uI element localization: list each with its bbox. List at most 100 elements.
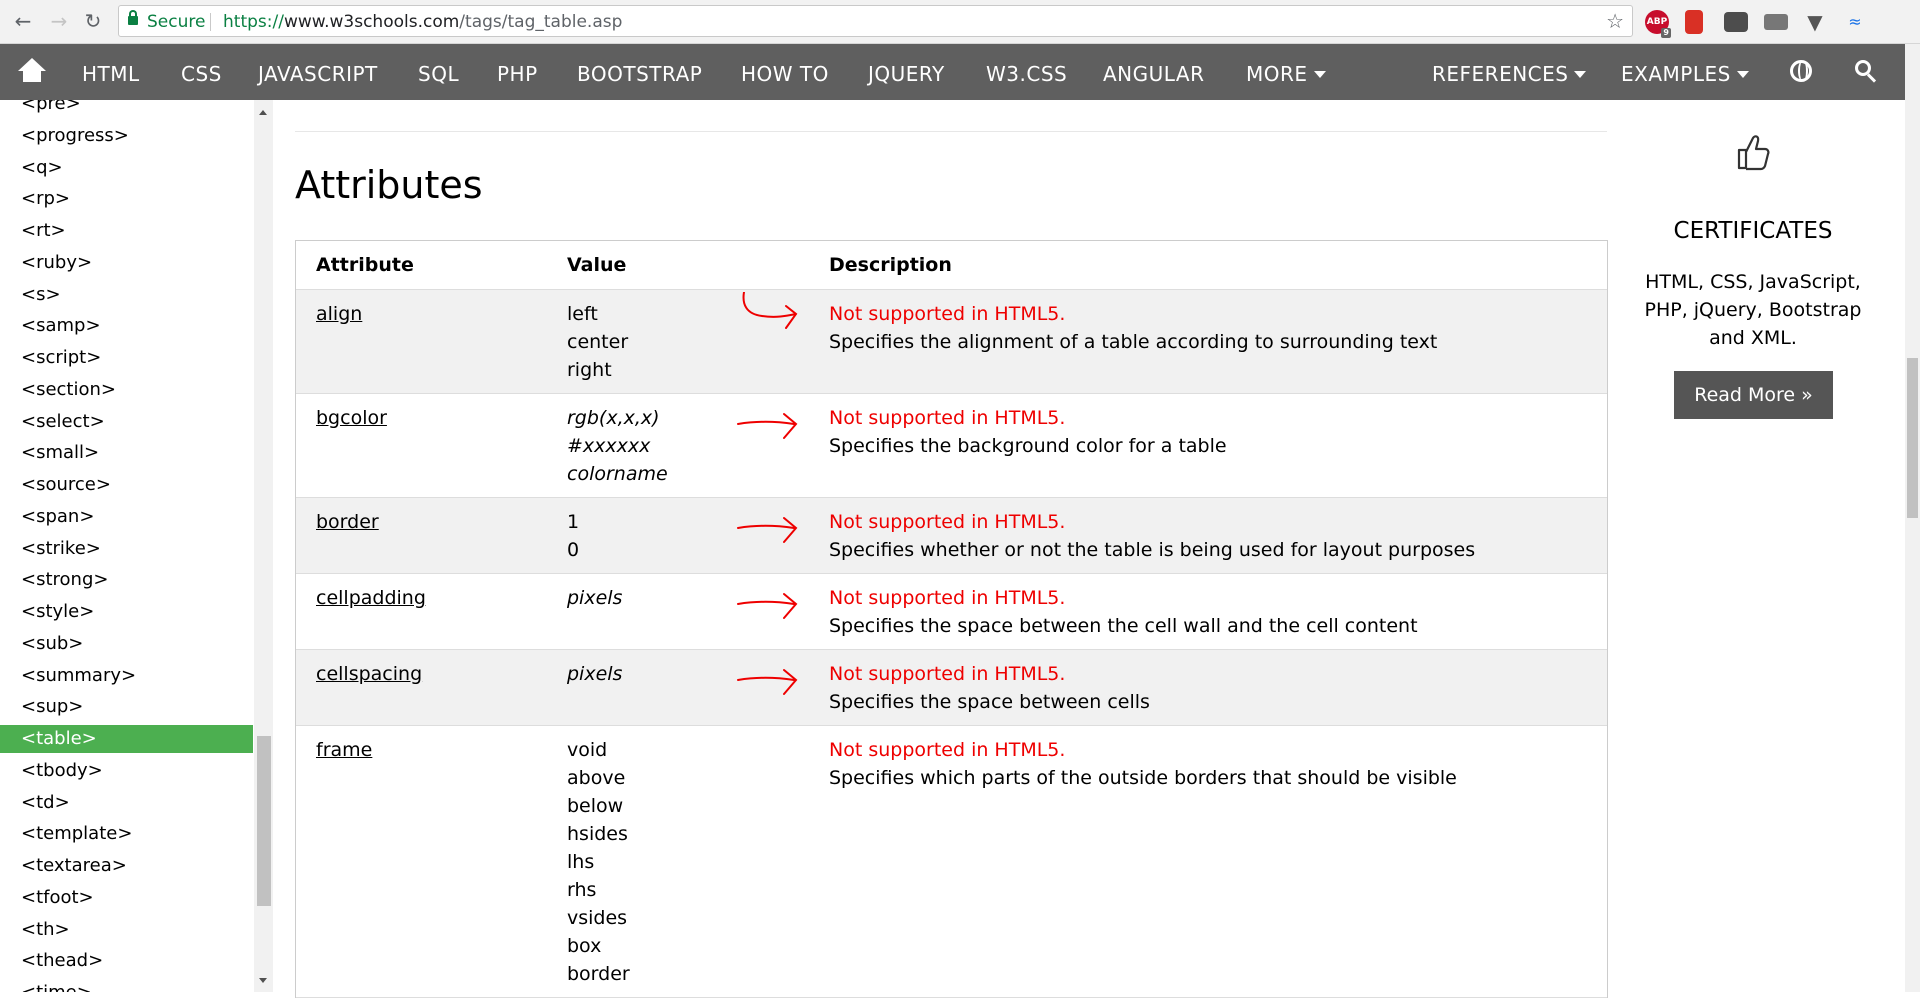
sidebar-item[interactable]: <samp> xyxy=(0,312,253,340)
chevron-down-icon xyxy=(1313,70,1326,78)
sidebar: <pre> <progress> <q> <rp> <rt> <ruby> <s> <samp… xyxy=(0,100,275,992)
nav-references[interactable]: REFERENCES xyxy=(1432,44,1587,100)
sidebar-item[interactable]: <sub> xyxy=(0,630,253,658)
attribute-link[interactable]: cellspacing xyxy=(316,660,422,688)
red-arrow-annotation xyxy=(737,413,798,439)
certificates-title: CERTIFICATES xyxy=(1673,218,1833,244)
nav-php[interactable]: PHP xyxy=(497,44,538,100)
page-scroll-thumb[interactable] xyxy=(1907,358,1918,518)
sidebar-item[interactable]: <td> xyxy=(0,789,253,817)
back-icon[interactable]: ← xyxy=(10,8,36,34)
sidebar-item[interactable]: <progress> xyxy=(0,122,253,150)
vivaldi-extension-icon[interactable]: ▼ xyxy=(1803,10,1827,34)
divider xyxy=(210,13,211,31)
red-arrow-stroke xyxy=(737,669,798,695)
bookmark-star-icon[interactable]: ☆ xyxy=(1606,9,1624,33)
sidebar-item[interactable]: <sup> xyxy=(0,693,253,721)
description-text: Specifies the background color for a tab… xyxy=(829,435,1227,457)
attribute-values: pixels xyxy=(567,584,622,612)
attribute-description: Not supported in HTML5. Specifies the bac… xyxy=(829,404,1227,460)
sidebar-item[interactable]: <pre> xyxy=(0,100,253,118)
attribute-link[interactable]: cellpadding xyxy=(316,584,426,612)
sidebar-item[interactable]: <tbody> xyxy=(0,757,253,785)
table-row: align left center right Not supported in HTM… xyxy=(296,290,1607,394)
sidebar-scrollbar[interactable] xyxy=(254,100,273,992)
scroll-up-arrow-icon[interactable] xyxy=(259,110,267,115)
column-header-attribute: Attribute xyxy=(316,254,414,276)
secure-label: Secure xyxy=(147,12,206,32)
value-item: rgb(x,x,x) xyxy=(567,407,660,429)
sidebar-item[interactable]: <strike> xyxy=(0,535,253,563)
film-extension-icon[interactable] xyxy=(1724,12,1748,32)
attribute-link[interactable]: frame xyxy=(316,736,372,764)
value-item: box xyxy=(567,935,602,957)
nav-w3css[interactable]: W3.CSS xyxy=(986,44,1067,100)
nav-javascript[interactable]: JAVASCRIPT xyxy=(258,44,378,100)
bookmark-extension-icon[interactable] xyxy=(1685,10,1703,34)
search-icon[interactable] xyxy=(1855,60,1877,82)
forward-icon[interactable]: → xyxy=(46,8,72,34)
red-arrow-stroke xyxy=(737,517,798,543)
nav-examples[interactable]: EXAMPLES xyxy=(1621,44,1749,100)
sidebar-item[interactable]: <strong> xyxy=(0,566,253,594)
attribute-values: left center right xyxy=(567,300,628,384)
sidebar-item[interactable]: <template> xyxy=(0,820,253,848)
sidebar-item[interactable]: <span> xyxy=(0,503,253,531)
sidebar-item[interactable]: <source> xyxy=(0,471,253,499)
sidebar-item[interactable]: <table> xyxy=(0,725,253,753)
sidebar-item[interactable]: <rt> xyxy=(0,217,253,245)
attributes-table: Attribute Value Description align left cen… xyxy=(295,240,1608,998)
nav-bootstrap[interactable]: BOOTSTRAP xyxy=(577,44,702,100)
sidebar-item[interactable]: <ruby> xyxy=(0,249,253,277)
nav-howto[interactable]: HOW TO xyxy=(741,44,829,100)
value-item: border xyxy=(567,963,630,985)
sidebar-item[interactable]: <q> xyxy=(0,154,253,182)
sidebar-item[interactable]: <textarea> xyxy=(0,852,253,880)
value-item: vsides xyxy=(567,907,628,929)
home-icon[interactable] xyxy=(18,58,46,84)
nav-html[interactable]: HTML xyxy=(82,44,140,100)
description-text: Specifies the space between cells xyxy=(829,691,1150,713)
page-scrollbar[interactable] xyxy=(1905,44,1920,992)
sidebar-item[interactable]: <style> xyxy=(0,598,253,626)
certificates-text: HTML, CSS, JavaScript, PHP, jQuery, Boot… xyxy=(1644,271,1862,349)
scroll-down-arrow-icon[interactable] xyxy=(259,978,267,983)
sidebar-item[interactable]: <rp> xyxy=(0,185,253,213)
chevron-down-icon xyxy=(1574,70,1587,78)
adblock-extension-icon[interactable]: ABP 9 xyxy=(1645,10,1671,38)
sidebar-item[interactable]: <thead> xyxy=(0,947,253,975)
sidebar-scroll-thumb[interactable] xyxy=(257,736,271,906)
nav-css[interactable]: CSS xyxy=(181,44,222,100)
sidebar-item[interactable]: <th> xyxy=(0,916,253,944)
attribute-link[interactable]: border xyxy=(316,508,379,536)
sidebar-item[interactable]: <script> xyxy=(0,344,253,372)
nav-angular[interactable]: ANGULAR xyxy=(1103,44,1204,100)
read-more-button[interactable]: Read More » xyxy=(1674,371,1833,419)
attribute-link[interactable]: bgcolor xyxy=(316,404,387,432)
sidebar-item[interactable]: <small> xyxy=(0,439,253,467)
attribute-values: rgb(x,x,x) #xxxxxx colorname xyxy=(567,404,668,488)
sidebar-item[interactable]: <time> xyxy=(0,979,253,992)
lock-icon xyxy=(128,10,138,25)
value-item: colorname xyxy=(567,463,668,485)
value-item: center xyxy=(567,331,629,353)
nav-sql[interactable]: SQL xyxy=(418,44,459,100)
sidebar-item[interactable]: <section> xyxy=(0,376,253,404)
sidebar-item[interactable]: <select> xyxy=(0,408,253,436)
thumbs-up-icon[interactable] xyxy=(1735,132,1771,172)
sidebar-item[interactable]: <s> xyxy=(0,281,253,309)
camera-extension-icon[interactable] xyxy=(1764,14,1788,30)
globe-icon[interactable] xyxy=(1790,60,1812,82)
nav-more[interactable]: MORE xyxy=(1246,44,1326,100)
attribute-link[interactable]: align xyxy=(316,300,362,328)
nav-jquery[interactable]: JQUERY xyxy=(868,44,945,100)
sidebar-item[interactable]: <tfoot> xyxy=(0,884,253,912)
reload-icon[interactable]: ↻ xyxy=(80,8,106,34)
not-supported-note: Not supported in HTML5. xyxy=(829,407,1066,429)
value-item: right xyxy=(567,359,612,381)
sidebar-item[interactable]: <summary> xyxy=(0,662,253,690)
wave-extension-icon[interactable]: ≈ xyxy=(1843,10,1867,34)
red-arrow-stroke xyxy=(737,593,798,619)
address-bar[interactable]: Secure https://www.w3schools.com/tags/ta… xyxy=(118,5,1633,37)
url-text[interactable]: https://www.w3schools.com/tags/tag_table… xyxy=(223,12,622,32)
